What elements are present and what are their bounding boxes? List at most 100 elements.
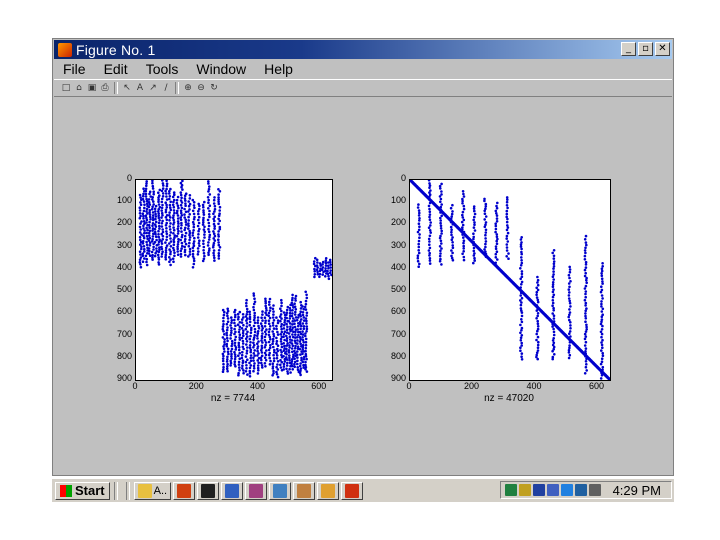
task-button-page[interactable] bbox=[317, 481, 340, 500]
nonzero-marker bbox=[299, 327, 302, 331]
shield-icon[interactable] bbox=[532, 484, 545, 496]
nonzero-marker bbox=[172, 248, 176, 252]
nonzero-marker bbox=[428, 234, 432, 238]
task-button-terminal[interactable] bbox=[197, 481, 220, 500]
nonzero-marker bbox=[160, 247, 164, 251]
nonzero-marker bbox=[428, 259, 432, 262]
nonzero-marker bbox=[197, 229, 200, 233]
nonzero-marker bbox=[169, 245, 173, 248]
page-icon bbox=[321, 483, 336, 498]
volume-icon[interactable] bbox=[518, 484, 531, 496]
nonzero-marker bbox=[483, 248, 486, 251]
y-tick-label: 400 bbox=[390, 261, 406, 272]
nonzero-marker bbox=[207, 213, 211, 216]
menu-edit[interactable]: Edit bbox=[95, 61, 137, 77]
clock: 4:29 PM bbox=[612, 482, 661, 498]
nonzero-marker bbox=[519, 336, 523, 339]
save-icon[interactable]: ▣ bbox=[86, 82, 98, 94]
nonzero-marker bbox=[473, 209, 476, 213]
nonzero-marker bbox=[280, 322, 283, 326]
matlab-icon bbox=[58, 42, 72, 57]
nonzero-marker bbox=[535, 317, 538, 320]
nonzero-marker bbox=[193, 206, 196, 210]
task-button-matlab[interactable] bbox=[173, 481, 196, 500]
line-icon[interactable]: / bbox=[160, 82, 172, 94]
task-button-figure[interactable] bbox=[341, 481, 364, 500]
menu-file[interactable]: File bbox=[54, 61, 95, 77]
nonzero-marker bbox=[245, 325, 249, 328]
select-arrow-icon[interactable]: ↖ bbox=[121, 82, 133, 94]
close-button[interactable]: ✕ bbox=[655, 42, 670, 56]
nonzero-marker bbox=[272, 310, 275, 313]
zoom-out-icon[interactable]: ⊖ bbox=[195, 82, 207, 94]
nonzero-marker bbox=[193, 236, 196, 240]
nonzero-marker bbox=[607, 377, 610, 380]
nonzero-marker bbox=[145, 218, 149, 222]
nonzero-marker bbox=[417, 214, 421, 217]
task-button-document[interactable] bbox=[221, 481, 244, 500]
nonzero-marker bbox=[226, 317, 230, 320]
nonzero-marker bbox=[188, 250, 192, 253]
nonzero-marker bbox=[462, 247, 465, 250]
nonzero-marker bbox=[207, 230, 211, 234]
nonzero-marker bbox=[279, 307, 282, 310]
minimize-button[interactable]: _ bbox=[621, 42, 636, 56]
nonzero-marker bbox=[275, 365, 278, 369]
nonzero-marker bbox=[551, 275, 555, 278]
nonzero-marker bbox=[233, 341, 237, 345]
nonzero-marker bbox=[234, 324, 237, 328]
task-button-paint[interactable] bbox=[245, 481, 268, 500]
nonzero-marker bbox=[271, 324, 275, 327]
nonzero-marker bbox=[519, 277, 522, 281]
nonzero-marker bbox=[151, 180, 154, 183]
nonzero-marker bbox=[567, 351, 571, 354]
network-icon[interactable] bbox=[504, 484, 517, 496]
nonzero-marker bbox=[495, 220, 499, 223]
globe-icon[interactable] bbox=[574, 484, 587, 496]
nonzero-marker bbox=[507, 252, 510, 255]
nonzero-marker bbox=[462, 192, 465, 196]
nonzero-marker bbox=[327, 274, 330, 278]
nonzero-marker bbox=[144, 214, 148, 217]
rotate-icon[interactable]: ↻ bbox=[208, 82, 220, 94]
monitor-icon[interactable] bbox=[546, 484, 559, 496]
new-file-icon[interactable]: □ bbox=[60, 82, 72, 94]
task-button-image[interactable] bbox=[269, 481, 292, 500]
y-tick-label: 200 bbox=[390, 217, 406, 228]
print-icon[interactable]: ⎙ bbox=[99, 82, 111, 94]
nonzero-marker bbox=[180, 235, 184, 239]
menu-tools[interactable]: Tools bbox=[137, 61, 188, 77]
printer-icon[interactable] bbox=[588, 484, 601, 496]
nonzero-marker bbox=[176, 209, 179, 213]
nonzero-marker bbox=[283, 360, 287, 363]
nonzero-marker bbox=[157, 221, 161, 225]
nonzero-marker bbox=[223, 310, 226, 314]
nonzero-marker bbox=[536, 288, 540, 292]
nonzero-marker bbox=[282, 327, 286, 330]
title-bar[interactable]: Figure No. 1 _ ▫ ✕ bbox=[54, 40, 672, 59]
menu-help[interactable]: Help bbox=[255, 61, 302, 77]
nonzero-marker bbox=[584, 340, 588, 344]
nonzero-marker bbox=[263, 362, 267, 365]
nonzero-marker bbox=[276, 375, 280, 379]
arrow-icon[interactable]: ↗ bbox=[147, 82, 159, 94]
nonzero-marker bbox=[260, 329, 264, 332]
nonzero-marker bbox=[154, 212, 157, 216]
nonzero-marker bbox=[180, 201, 184, 204]
x-tick-label: 600 bbox=[311, 381, 327, 391]
nonzero-marker bbox=[271, 321, 275, 325]
eye-icon[interactable] bbox=[560, 484, 573, 496]
text-icon[interactable]: A bbox=[134, 82, 146, 94]
nonzero-marker bbox=[221, 357, 225, 360]
task-button-file[interactable] bbox=[293, 481, 316, 500]
nonzero-marker bbox=[313, 267, 316, 271]
maximize-button[interactable]: ▫ bbox=[638, 42, 653, 56]
nonzero-marker bbox=[233, 350, 236, 354]
open-icon[interactable]: ⌂ bbox=[73, 82, 85, 94]
zoom-in-icon[interactable]: ⊕ bbox=[182, 82, 194, 94]
task-button-folder[interactable]: A.. bbox=[133, 481, 172, 500]
start-button[interactable]: Start bbox=[55, 481, 110, 500]
menu-window[interactable]: Window bbox=[187, 61, 255, 77]
nonzero-marker bbox=[154, 235, 158, 238]
nonzero-marker bbox=[282, 362, 286, 366]
